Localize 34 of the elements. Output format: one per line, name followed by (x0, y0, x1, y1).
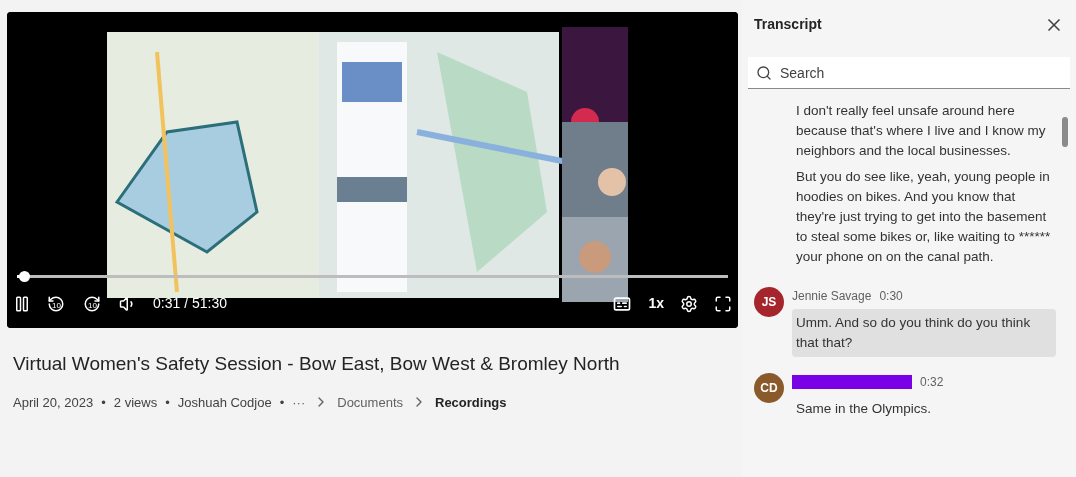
video-title: Virtual Women's Safety Session - Bow East, Bow West & Bromley North (13, 352, 621, 376)
transcript-text: I don't really feel unsafe around here because that's where I live and I know my neighbors and the local businesses. (796, 102, 1047, 160)
transcript-entry[interactable]: Umm. And so do you think do you think that that? (792, 309, 1056, 357)
timestamp[interactable]: 0:30 (879, 287, 903, 305)
video-meta: April 20, 2023 (13, 393, 94, 412)
fullscreen-button[interactable] (714, 294, 732, 313)
video-meta: 2 views (113, 393, 158, 412)
video-player[interactable]: 10 10 0:31 / 51:30 1x (7, 12, 738, 328)
transcript-title: Transcript (754, 15, 822, 34)
speed-button[interactable]: 1x (648, 293, 664, 314)
transcript-text: Same in the Olympics. (796, 400, 933, 418)
separator-dot: • (101, 393, 106, 412)
transcript-entry[interactable]: Same in the Olympics. (792, 395, 1056, 423)
transcript-text: But you do see like, yeah, young people in hoodies on bikes. And you know that they're just trying to get into the basement to steal some bikes or, like waiting to ****** your phone on on the canal path. (796, 168, 1052, 266)
skip-forward-button[interactable]: 10 (83, 293, 103, 314)
video-meta: Joshuah Codjoe (177, 393, 272, 412)
avatar: JS (754, 287, 784, 317)
progress-thumb[interactable] (19, 271, 31, 282)
separator-dot: • (279, 393, 285, 412)
breadcrumb-link[interactable]: Documents (337, 392, 403, 412)
separator-dot: • (165, 393, 170, 412)
time-display: 0:31 / 51:30 (153, 294, 227, 313)
skip-back-button[interactable]: 10 (47, 293, 67, 314)
breadcrumb-link[interactable]: Recordings (435, 392, 507, 412)
avatar: CD (754, 373, 784, 403)
scrollbar-thumb[interactable] (1062, 117, 1068, 147)
breadcrumb-link[interactable]: ··· (292, 392, 306, 412)
pause-button[interactable] (13, 294, 31, 313)
settings-button[interactable] (680, 294, 698, 313)
search-icon (756, 65, 772, 81)
search-field[interactable]: Search (748, 57, 1070, 89)
timestamp[interactable]: 0:32 (920, 373, 944, 391)
transcript-text: Umm. And so do you think do you think that that? (796, 314, 1032, 352)
speaker-name: Jennie Savage (792, 288, 872, 305)
